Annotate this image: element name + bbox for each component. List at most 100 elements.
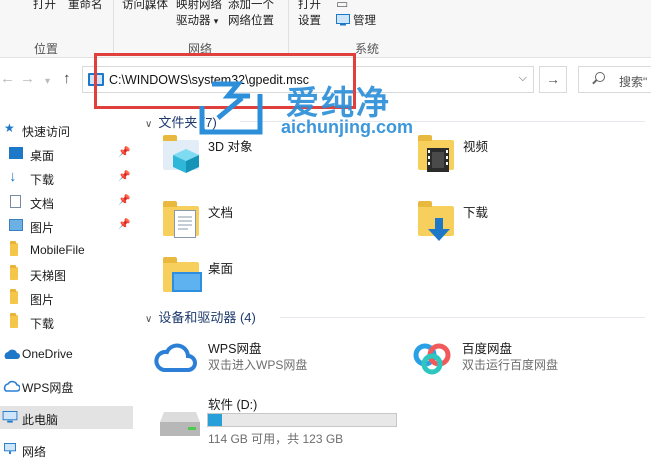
ribbon-system-icon[interactable]: ▭	[336, 0, 348, 12]
device-description: 双击运行百度网盘	[462, 358, 559, 372]
ribbon-rename-button[interactable]: 重命名	[68, 0, 103, 12]
sidebar-item-desktop[interactable]: 桌面 📌	[0, 142, 133, 165]
hard-drive-icon	[160, 412, 200, 436]
network-icon	[4, 443, 16, 455]
download-icon: ↓	[9, 168, 17, 185]
up-arrow-icon[interactable]: ↑	[63, 71, 71, 87]
sidebar-item-quick-access[interactable]: ★ 快速访问	[0, 118, 133, 141]
wps-cloud-icon	[154, 343, 197, 372]
manage-icon	[336, 14, 350, 26]
pin-icon[interactable]: 📌	[118, 171, 130, 182]
ribbon-open-settings-button[interactable]: 打开	[298, 0, 321, 12]
address-highlight-box	[94, 53, 356, 109]
search-placeholder: 搜索"	[619, 75, 648, 89]
chevron-down-icon: ▾	[213, 16, 219, 26]
folder-downloads[interactable]: 下载	[415, 198, 615, 246]
document-icon	[10, 195, 21, 208]
folder-desktop[interactable]: 桌面	[160, 254, 360, 302]
sidebar-item-tiantitu[interactable]: 天梯图	[0, 262, 133, 285]
sidebar-item-label: WPS网盘	[22, 381, 74, 395]
wps-cloud-icon	[3, 380, 20, 392]
content-pane: ∨ 文件夹 (7) 3D 对象 视频 文档 下载 桌面 ∨ 设备和驱动器 (4)…	[140, 110, 651, 459]
section-divider	[280, 317, 645, 318]
ribbon-divider	[113, 0, 114, 56]
folder-videos[interactable]: 视频	[415, 132, 615, 180]
sidebar-item-label: 下载	[30, 173, 55, 187]
ribbon-map-drive-button[interactable]: 映射网络	[176, 0, 222, 12]
sidebar-item-wps-cloud[interactable]: WPS网盘	[0, 374, 133, 397]
drive-usage-bar	[207, 413, 397, 427]
devices-section-header[interactable]: ∨ 设备和驱动器 (4)	[145, 307, 256, 326]
folder-icon	[10, 241, 18, 256]
documents-folder-icon	[160, 198, 204, 242]
pin-icon[interactable]: 📌	[118, 147, 130, 158]
3d-objects-icon	[160, 132, 204, 176]
sidebar-item-pictures[interactable]: 图片 📌	[0, 214, 133, 237]
chevron-down-icon: ∨	[145, 314, 153, 325]
device-baidu-netdisk[interactable]: 百度网盘 双击运行百度网盘	[410, 334, 640, 384]
back-arrow-icon[interactable]: ←	[0, 71, 15, 87]
sidebar-item-label: 文档	[30, 197, 55, 211]
star-icon: ★	[4, 121, 15, 135]
ribbon-dropdown-arrow-icon[interactable]: ▾	[145, 3, 150, 14]
sidebar-item-onedrive[interactable]: OneDrive	[0, 342, 133, 365]
sidebar-item-network[interactable]: 网络	[0, 438, 133, 459]
sidebar-item-pictures-folder[interactable]: 图片	[0, 286, 133, 309]
videos-icon	[415, 132, 459, 176]
section-divider	[240, 121, 645, 122]
folder-icon	[10, 289, 18, 304]
ribbon-manage-button[interactable]: 管理	[336, 12, 376, 28]
drive-usage-fill	[208, 414, 222, 426]
search-input[interactable]: 搜索"	[578, 66, 651, 93]
sidebar-item-label: MobileFile	[30, 243, 85, 257]
folder-label: 视频	[463, 140, 489, 154]
folder-documents[interactable]: 文档	[160, 198, 360, 246]
pin-icon[interactable]: 📌	[118, 195, 130, 206]
folder-3d-objects[interactable]: 3D 对象	[160, 132, 360, 180]
ribbon: 打开 重命名 访问媒体 映射网络 添加一个 ▾ 驱动器 ▾ 网络位置 打开 设置…	[0, 0, 651, 58]
ribbon-map-drive-label[interactable]: 驱动器 ▾	[176, 12, 218, 28]
sidebar-item-label: 快速访问	[22, 125, 71, 139]
ribbon-network-location-label[interactable]: 网络位置	[228, 12, 274, 28]
map-drive-label-text: 驱动器	[176, 15, 211, 27]
address-dropdown-icon[interactable]: ⌵	[519, 72, 527, 85]
drive-usage-text: 114 GB 可用，共 123 GB	[208, 432, 344, 446]
ribbon-settings-button[interactable]: 设置	[298, 12, 321, 28]
ribbon-open-button[interactable]: 打开	[33, 0, 56, 12]
cloud-icon	[4, 349, 20, 359]
devices-header-text: 设备和驱动器 (4)	[158, 310, 256, 325]
folder-icon	[10, 265, 18, 280]
navigation-pane: ★ 快速访问 桌面 📌 ↓ 下载 📌 文档 📌 图片 📌 MobileFile …	[0, 110, 136, 459]
sidebar-item-label: 下载	[30, 317, 55, 331]
folder-label: 文档	[208, 206, 234, 220]
device-description: 双击进入WPS网盘	[208, 358, 308, 372]
sidebar-item-downloads[interactable]: ↓ 下载 📌	[0, 166, 133, 189]
go-arrow-icon: →	[546, 71, 560, 87]
sidebar-item-mobilefile[interactable]: MobileFile	[0, 238, 133, 261]
folder-label: 3D 对象	[208, 140, 253, 154]
sidebar-item-documents[interactable]: 文档 📌	[0, 190, 133, 213]
chevron-down-icon: ∨	[145, 119, 153, 130]
desktop-folder-icon	[160, 254, 204, 298]
baidu-netdisk-icon	[413, 343, 451, 375]
folder-label: 下载	[463, 206, 489, 220]
sidebar-item-downloads-folder[interactable]: 下载	[0, 310, 133, 333]
pictures-icon	[9, 219, 23, 231]
ribbon-add-location-button[interactable]: 添加一个	[228, 0, 274, 12]
device-wps-cloud[interactable]: WPS网盘 双击进入WPS网盘	[154, 334, 384, 384]
folders-section-header[interactable]: ∨ 文件夹 (7)	[145, 112, 217, 131]
recent-locations-chevron-icon[interactable]: ▾	[45, 74, 50, 90]
sidebar-item-this-pc[interactable]: 此电脑	[0, 406, 133, 429]
go-button[interactable]: →	[539, 66, 567, 93]
sidebar-item-label: 网络	[22, 445, 47, 459]
sidebar-item-label: 桌面	[30, 149, 55, 163]
sidebar-item-label: 天梯图	[30, 269, 67, 283]
folder-icon	[10, 313, 18, 328]
sidebar-item-label: 图片	[30, 293, 55, 307]
search-icon	[595, 72, 605, 82]
pin-icon[interactable]: 📌	[118, 219, 130, 230]
folders-header-text: 文件夹 (7)	[158, 115, 217, 130]
forward-arrow-icon[interactable]: →	[20, 71, 35, 87]
drive-label: 软件 (D:)	[208, 398, 258, 412]
device-label: 百度网盘	[462, 342, 513, 356]
